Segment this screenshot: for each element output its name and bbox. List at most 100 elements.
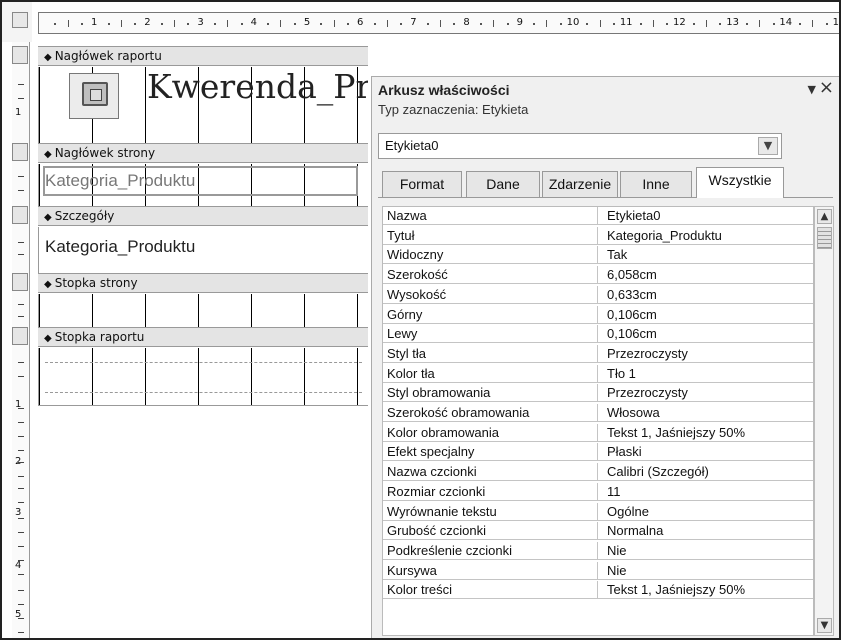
section-selector-box[interactable] [12,327,28,345]
report-footer-section[interactable] [38,348,368,406]
section-bar-report-header[interactable]: ◆ Nagłówek raportu [38,46,368,66]
object-selector-dropdown[interactable]: Etykieta0 ▼ [378,133,782,159]
property-value[interactable]: Przezroczysty [603,345,813,362]
ruler-tick [18,574,24,575]
section-bar-page-footer[interactable]: ◆ Stopka strony [38,273,368,293]
property-name: Kolor tła [387,365,435,381]
ruler-tick [18,98,24,99]
column-divider [597,325,598,344]
ruler-tick [174,20,175,27]
dashed-guide [45,362,362,363]
ruler-number: 5 [303,17,311,28]
scroll-thumb[interactable] [817,227,832,249]
property-value[interactable]: Normalna [603,522,813,539]
property-row[interactable]: Efekt specjalny Płaski [383,443,813,462]
report-title-label[interactable]: Kwerenda_Prod [147,67,368,106]
tab-data[interactable]: Dane [466,171,540,197]
section-bar-report-footer[interactable]: ◆ Stopka raportu [38,327,368,347]
tab-other[interactable]: Inne [620,171,692,197]
property-value[interactable]: Płaski [603,443,813,460]
property-row[interactable]: Podkreślenie czcionki Nie [383,541,813,560]
close-icon[interactable]: × [819,79,834,97]
property-value[interactable]: 0,106cm [603,306,813,323]
column-divider [597,463,598,482]
scroll-down-icon[interactable]: ▼ [817,618,832,633]
property-value[interactable]: Tekst 1, Jaśniejszy 50% [603,581,813,598]
ruler-tick [134,23,137,25]
property-name: Wyrównanie tekstu [387,503,497,519]
ruler-number: 2 [144,17,151,28]
section-label: Stopka strony [54,276,138,290]
scroll-up-icon[interactable]: ▲ [817,209,832,224]
property-row[interactable]: Kolor obramowania Tekst 1, Jaśniejszy 50% [383,423,813,442]
tab-all[interactable]: Wszystkie [696,167,784,198]
property-value[interactable]: 11 [603,483,813,500]
ruler-tick [400,23,403,25]
detail-section[interactable]: Kategoria_Produktu [38,227,368,273]
property-value[interactable]: Tekst 1, Jaśniejszy 50% [603,424,813,441]
select-report-box[interactable] [12,12,28,28]
property-value[interactable]: Tak [603,246,813,263]
property-value[interactable]: 6,058cm [603,266,813,283]
property-row[interactable]: Wysokość 0,633cm [383,285,813,304]
property-row[interactable]: Szerokość obramowania Włosowa [383,404,813,422]
property-row[interactable]: Górny 0,106cm [383,305,813,324]
property-row[interactable]: Widoczny Tak [383,246,813,265]
ruler-tick [18,376,24,377]
property-value[interactable]: Tło 1 [603,365,813,382]
ruler-tick [18,532,24,533]
pane-menu-icon[interactable]: ▼ [808,83,816,96]
chevron-down-icon[interactable]: ▼ [758,137,778,155]
ruler-tick [506,23,509,25]
section-selector-box[interactable] [12,46,28,64]
section-label: Nagłówek strony [54,146,156,160]
page-footer-section[interactable] [38,294,368,327]
property-value[interactable]: Włosowa [603,404,813,421]
category-label[interactable]: Kategoria_Produktu [45,171,195,191]
property-row[interactable]: Lewy 0,106cm [383,325,813,344]
property-name: Kursywa [387,562,437,578]
property-value[interactable]: Nie [603,542,813,559]
property-row[interactable]: Szerokość 6,058cm [383,266,813,285]
property-value[interactable]: Nie [603,562,813,579]
ruler-number: 4 [250,17,257,28]
ruler-tick [227,20,229,27]
property-row[interactable]: Kursywa Nie [383,561,813,580]
property-value[interactable]: 0,106cm [603,325,813,342]
property-value[interactable]: 0,633cm [603,286,813,303]
property-row[interactable]: Wyrównanie tekstu Ogólne [383,502,813,521]
category-textbox[interactable]: Kategoria_Produktu [45,237,195,257]
property-value[interactable]: Ogólne [603,503,813,520]
report-logo-icon[interactable] [69,73,119,119]
property-row[interactable]: Kolor treści Tekst 1, Jaśniejszy 50% [383,581,813,600]
tab-format[interactable]: Format [382,171,462,197]
section-bar-page-header[interactable]: ◆ Nagłówek strony [38,143,368,163]
property-row[interactable]: Nazwa czcionki Calibri (Szczegół) [383,463,813,482]
property-row[interactable]: Grubość czcionki Normalna [383,522,813,541]
tab-event[interactable]: Zdarzenie [542,171,618,197]
section-selector-box[interactable] [12,143,28,161]
property-row[interactable]: Tytuł Kategoria_Produktu [383,226,813,245]
section-selector-box[interactable] [12,206,28,224]
ruler-number: 10 [566,17,580,28]
property-row[interactable]: Rozmiar czcionki 11 [383,482,813,501]
page-header-section[interactable]: Kategoria_Produktu [38,164,368,206]
property-row[interactable]: Nazwa Etykieta0 [383,207,813,225]
property-row[interactable]: Styl tła Przezroczysty [383,344,813,363]
ruler-tick [586,23,589,25]
property-row[interactable]: Styl obramowania Przezroczysty [383,384,813,403]
property-value[interactable]: Etykieta0 [603,207,813,224]
report-header-section[interactable]: Kwerenda_Prod [38,67,368,143]
ruler-tick [120,20,122,27]
column-divider [597,443,598,462]
ruler-tick [18,476,24,477]
property-value[interactable]: Kategoria_Produktu [603,227,813,244]
section-selector-box[interactable] [12,273,28,291]
property-row[interactable]: Kolor tła Tło 1 [383,364,813,383]
section-bar-detail[interactable]: ◆ Szczegóły [38,206,368,226]
property-value[interactable]: Przezroczysty [603,384,813,401]
property-scrollbar[interactable]: ▲ ▼ [814,206,834,636]
property-name: Styl tła [387,345,427,361]
property-value[interactable]: Calibri (Szczegół) [603,463,813,480]
section-arrow-icon: ◆ [44,52,52,63]
